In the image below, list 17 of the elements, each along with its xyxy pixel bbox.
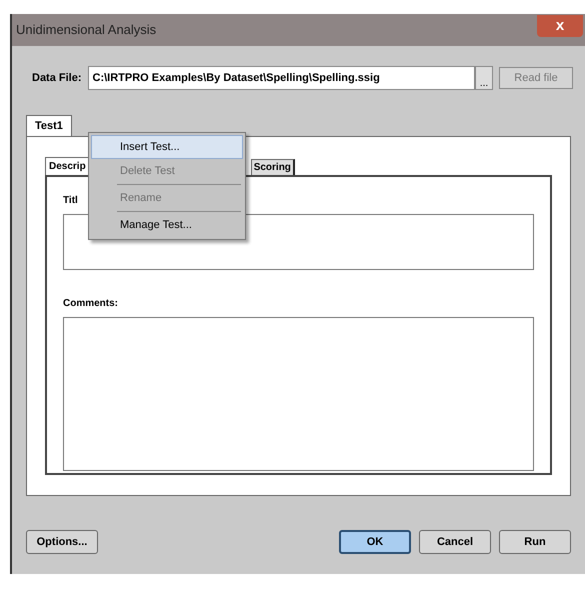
comments-field[interactable]	[63, 317, 534, 471]
field-label: Comments:	[63, 297, 118, 311]
dialog-button[interactable]: Run	[499, 530, 571, 554]
tab[interactable]: Test1	[26, 115, 72, 137]
menu-item[interactable]: Manage Test...	[91, 213, 243, 237]
browse-button[interactable]: ...	[475, 66, 493, 90]
dialog-button[interactable]: OK	[339, 530, 411, 554]
close-button[interactable]: x	[537, 15, 583, 37]
window-title: Unidimensional Analysis	[16, 21, 156, 40]
data-file-label: Data File:	[32, 70, 82, 86]
field-label: Titl	[63, 194, 78, 208]
menu-item[interactable]: Insert Test...	[91, 135, 243, 159]
tab[interactable]: Descrip	[45, 157, 89, 175]
tab[interactable]: Scoring	[250, 159, 295, 175]
dialog-button[interactable]: Options...	[26, 530, 98, 554]
data-file-field[interactable]: C:\IRTPRO Examples\By Dataset\Spelling\Spelling.ssig	[88, 66, 475, 90]
dialog-button[interactable]: Cancel	[419, 530, 491, 554]
